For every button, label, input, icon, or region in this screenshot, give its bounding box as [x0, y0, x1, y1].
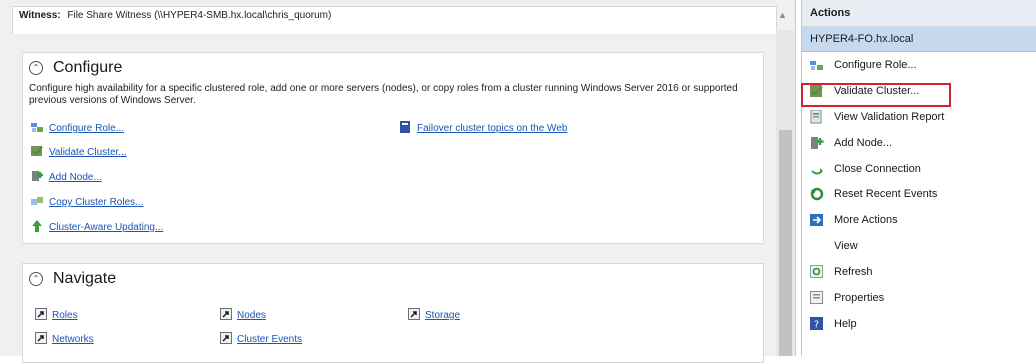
- nav-link-storage[interactable]: Storage: [408, 308, 460, 323]
- more-actions-icon: [810, 213, 824, 227]
- nav-roles-label: Roles: [52, 310, 78, 321]
- actions-group-header[interactable]: HYPER4-FO.hx.local: [802, 27, 1036, 52]
- configure-title: Configure: [53, 59, 123, 76]
- configure-header: ⌃ Configure: [29, 57, 122, 79]
- failover-web-topics-link[interactable]: Failover cluster topics on the Web: [399, 121, 567, 136]
- nav-link-roles[interactable]: Roles: [35, 308, 78, 323]
- shortcut-icon: [220, 308, 232, 323]
- reset-events-icon: [810, 187, 824, 201]
- copy-cluster-roles-link[interactable]: Copy Cluster Roles...: [31, 195, 143, 210]
- action-label: Configure Role...: [834, 58, 917, 71]
- properties-icon: [810, 290, 824, 305]
- action-label: Close Connection: [834, 162, 921, 175]
- action-label: Properties: [834, 291, 885, 304]
- scrollbar-thumb[interactable]: [779, 130, 792, 356]
- configure-role-icon: [31, 121, 44, 136]
- action-close-connection[interactable]: Close Connection: [802, 156, 1036, 182]
- nav-link-nodes[interactable]: Nodes: [220, 308, 266, 323]
- navigate-title: Navigate: [53, 270, 117, 287]
- action-refresh[interactable]: Refresh: [802, 259, 1036, 285]
- add-node-icon: [810, 136, 824, 150]
- collapse-icon[interactable]: ⌃: [29, 272, 43, 286]
- refresh-icon: [810, 265, 824, 279]
- svg-text:?: ?: [814, 319, 819, 330]
- nav-link-networks[interactable]: Networks: [35, 332, 94, 347]
- action-label: Help: [834, 317, 857, 330]
- configure-role-icon: [810, 58, 824, 72]
- nav-networks-label: Networks: [52, 334, 94, 345]
- action-label: View: [834, 240, 858, 253]
- action-label: Reset Recent Events: [834, 188, 938, 201]
- validate-cluster-highlight: [801, 83, 951, 107]
- copy-cluster-roles-label: Copy Cluster Roles...: [49, 197, 144, 208]
- action-view[interactable]: View: [802, 233, 1036, 259]
- configure-section: ⌃ Configure Configure high availability …: [22, 52, 764, 244]
- action-reset-recent-events[interactable]: Reset Recent Events: [802, 181, 1036, 207]
- report-icon: [810, 109, 824, 124]
- nav-nodes-label: Nodes: [237, 310, 266, 321]
- action-view-validation-report[interactable]: View Validation Report: [802, 104, 1036, 130]
- action-label: More Actions: [834, 214, 898, 227]
- add-node-label: Add Node...: [49, 172, 102, 183]
- action-more-actions[interactable]: More Actions: [802, 207, 1036, 233]
- collapse-icon[interactable]: ⌃: [29, 61, 43, 75]
- add-node-icon: [31, 170, 44, 185]
- configure-role-link[interactable]: Configure Role...: [31, 121, 124, 136]
- nav-storage-label: Storage: [425, 310, 461, 321]
- content-pane: Witness: File Share Witness (\\HYPER4-SM…: [0, 0, 796, 363]
- validate-cluster-label: Validate Cluster...: [49, 147, 127, 158]
- shortcut-icon: [35, 332, 47, 347]
- configure-role-label: Configure Role...: [49, 123, 125, 134]
- action-help[interactable]: ? Help: [802, 311, 1036, 337]
- help-book-icon: [399, 121, 412, 136]
- configure-description: Configure high availability for a specif…: [29, 83, 738, 106]
- actions-pane: Actions HYPER4-FO.hx.local Configure Rol…: [801, 0, 1036, 356]
- validate-cluster-icon: [31, 145, 44, 160]
- add-node-link[interactable]: Add Node...: [31, 170, 102, 185]
- failover-web-topics-label: Failover cluster topics on the Web: [417, 123, 568, 134]
- update-arrow-icon: [31, 220, 44, 235]
- cluster-aware-updating-link[interactable]: Cluster-Aware Updating...: [31, 220, 163, 235]
- action-label: View Validation Report: [834, 110, 945, 123]
- navigate-section: ⌃ Navigate Roles Nodes Storage Networks …: [22, 263, 764, 363]
- scroll-up-arrow-icon[interactable]: ▲: [778, 10, 787, 20]
- shortcut-icon: [35, 308, 47, 323]
- witness-bar: Witness: File Share Witness (\\HYPER4-SM…: [12, 6, 777, 34]
- action-add-node[interactable]: Add Node...: [802, 130, 1036, 156]
- nav-cluster-events-label: Cluster Events: [237, 334, 303, 345]
- shortcut-icon: [220, 332, 232, 347]
- action-configure-role[interactable]: Configure Role...: [802, 52, 1036, 78]
- help-icon: ?: [810, 316, 824, 331]
- validate-cluster-link[interactable]: Validate Cluster...: [31, 145, 127, 160]
- nav-link-cluster-events[interactable]: Cluster Events: [220, 332, 302, 347]
- action-label: Add Node...: [834, 136, 893, 149]
- navigate-header: ⌃ Navigate: [29, 268, 116, 290]
- witness-value: File Share Witness (\\HYPER4-SMB.hx.loca…: [67, 10, 332, 21]
- actions-header: Actions: [802, 0, 1036, 27]
- copy-roles-icon: [31, 195, 44, 210]
- action-properties[interactable]: Properties: [802, 285, 1036, 311]
- witness-label: Witness:: [19, 10, 61, 21]
- close-connection-icon: [810, 162, 824, 176]
- shortcut-icon: [408, 308, 420, 323]
- cluster-aware-updating-label: Cluster-Aware Updating...: [49, 222, 164, 233]
- action-label: Refresh: [834, 266, 873, 279]
